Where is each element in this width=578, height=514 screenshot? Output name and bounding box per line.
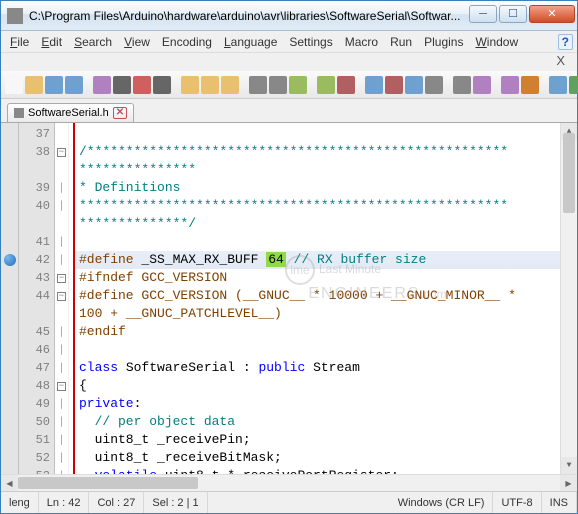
code-area[interactable]: /***************************************… [75, 123, 577, 474]
scroll-right-icon[interactable]: ▶ [560, 475, 577, 491]
menu-run[interactable]: Run [385, 33, 417, 51]
status-encoding[interactable]: UTF-8 [493, 492, 541, 513]
menu-language[interactable]: Language [219, 33, 282, 51]
toolbar-button-23[interactable] [521, 76, 539, 94]
toolbar-button-10[interactable] [221, 76, 239, 94]
window-title: C:\Program Files\Arduino\hardware\arduin… [29, 9, 467, 23]
menu-settings[interactable]: Settings [284, 33, 337, 51]
toolbar-button-2[interactable] [45, 76, 63, 94]
fold-toggle-icon[interactable]: − [57, 148, 66, 157]
toolbar-button-24[interactable] [549, 76, 567, 94]
status-sel: Sel : 2 | 1 [144, 492, 207, 513]
fold-toggle-icon[interactable]: − [57, 292, 66, 301]
status-eol[interactable]: Windows (CR LF) [390, 492, 494, 513]
fold-toggle-icon[interactable]: − [57, 382, 66, 391]
minimize-button[interactable]: ─ [469, 5, 497, 23]
menu-window[interactable]: Window [470, 33, 523, 51]
menu-overflow[interactable]: X [1, 53, 577, 71]
toolbar-button-9[interactable] [201, 76, 219, 94]
editor[interactable]: 37383940414243444546474849505152535455 −… [1, 123, 577, 474]
horizontal-scrollbar[interactable]: ◀ ▶ [1, 474, 577, 491]
toolbar-button-3[interactable] [65, 76, 83, 94]
app-icon [7, 8, 23, 24]
toolbar-button-19[interactable] [425, 76, 443, 94]
toolbar-button-15[interactable] [337, 76, 355, 94]
close-button[interactable]: ✕ [529, 5, 575, 23]
toolbar-button-7[interactable] [153, 76, 171, 94]
tab-close-icon[interactable]: ✕ [113, 107, 127, 119]
tabbar: SoftwareSerial.h ✕ [1, 99, 577, 123]
toolbar-button-18[interactable] [405, 76, 423, 94]
menu-encoding[interactable]: Encoding [157, 33, 217, 51]
menu-edit[interactable]: Edit [36, 33, 67, 51]
tab-softwareserial[interactable]: SoftwareSerial.h ✕ [7, 103, 134, 122]
highlighted-token: 64 [266, 252, 286, 267]
status-length: leng [1, 492, 39, 513]
menu-view[interactable]: View [119, 33, 155, 51]
toolbar-button-14[interactable] [317, 76, 335, 94]
status-col: Col : 27 [89, 492, 144, 513]
toolbar-button-8[interactable] [181, 76, 199, 94]
toolbar-button-13[interactable] [289, 76, 307, 94]
menu-help[interactable]: ? [558, 34, 573, 50]
toolbar-button-25[interactable] [569, 76, 578, 94]
fold-toggle-icon[interactable]: − [57, 274, 66, 283]
toolbar-button-11[interactable] [249, 76, 267, 94]
breakpoint-icon[interactable] [4, 254, 16, 266]
menu-search[interactable]: Search [69, 33, 117, 51]
toolbar-button-6[interactable] [133, 76, 151, 94]
menubar: File Edit Search View Encoding Language … [1, 31, 577, 53]
window: C:\Program Files\Arduino\hardware\arduin… [0, 0, 578, 514]
maximize-button[interactable]: ☐ [499, 5, 527, 23]
toolbar-button-1[interactable] [25, 76, 43, 94]
menu-macro[interactable]: Macro [340, 33, 383, 51]
line-number-gutter: 37383940414243444546474849505152535455 [19, 123, 55, 474]
toolbar [1, 71, 577, 99]
menu-plugins[interactable]: Plugins [419, 33, 468, 51]
breakpoint-margin[interactable] [1, 123, 19, 474]
scroll-left-icon[interactable]: ◀ [1, 475, 18, 491]
toolbar-button-5[interactable] [113, 76, 131, 94]
statusbar: leng Ln : 42 Col : 27 Sel : 2 | 1 Window… [1, 491, 577, 513]
file-icon [14, 108, 24, 118]
menu-file[interactable]: File [5, 33, 34, 51]
tab-label: SoftwareSerial.h [28, 107, 109, 119]
fold-margin[interactable]: −││││−−│││−│││││││ [55, 123, 69, 474]
toolbar-button-20[interactable] [453, 76, 471, 94]
toolbar-button-0[interactable] [5, 76, 23, 94]
scroll-thumb[interactable] [563, 133, 575, 213]
scroll-down-icon[interactable]: ▼ [561, 457, 577, 474]
toolbar-button-4[interactable] [93, 76, 111, 94]
status-ln: Ln : 42 [39, 492, 90, 513]
vertical-scrollbar[interactable]: ▲ ▼ [560, 123, 577, 474]
toolbar-button-12[interactable] [269, 76, 287, 94]
toolbar-button-21[interactable] [473, 76, 491, 94]
highlighted-line: #define _SS_MAX_RX_BUFF 64 // RX buffer … [75, 251, 577, 269]
toolbar-button-22[interactable] [501, 76, 519, 94]
toolbar-button-16[interactable] [365, 76, 383, 94]
scroll-thumb-h[interactable] [18, 477, 198, 489]
titlebar[interactable]: C:\Program Files\Arduino\hardware\arduin… [1, 1, 577, 31]
status-mode[interactable]: INS [542, 492, 577, 513]
toolbar-button-17[interactable] [385, 76, 403, 94]
